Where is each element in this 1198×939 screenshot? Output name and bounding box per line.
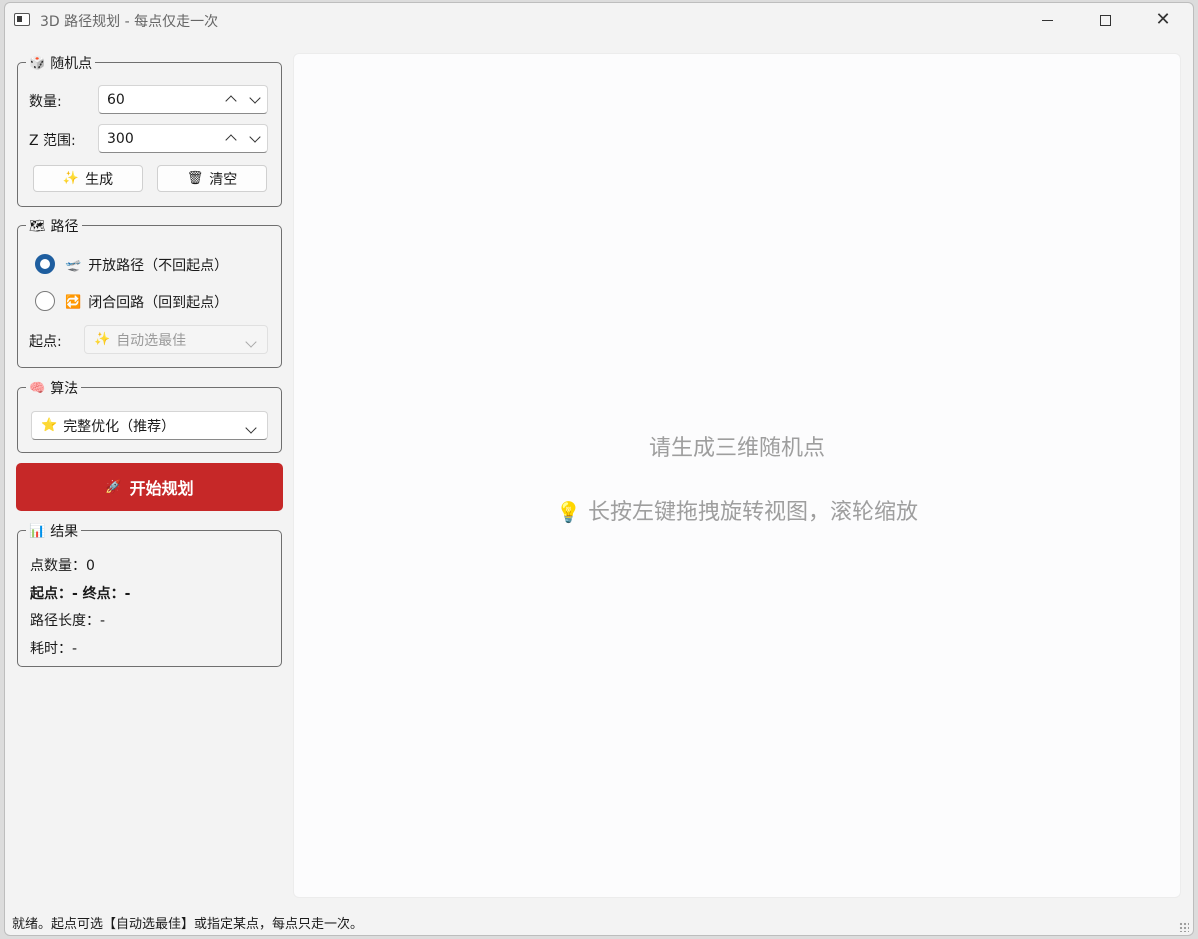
- closed-loop-radio[interactable]: [35, 291, 55, 311]
- lightbulb-icon: 💡: [556, 500, 581, 524]
- close-icon: ✕: [1155, 9, 1171, 30]
- chevron-down-icon: [245, 334, 257, 350]
- algorithm-title: 🧠 算法: [26, 378, 82, 398]
- map-icon: 🗺: [29, 218, 46, 234]
- start-planning-label: 开始规划: [129, 479, 194, 498]
- generate-button[interactable]: ✨ 生成: [33, 165, 143, 192]
- count-increment-button[interactable]: [225, 91, 237, 108]
- canvas-hint-text: 长按左键拖拽旋转视图，滚轮缩放: [587, 500, 918, 525]
- start-point-value: 自动选最佳: [116, 332, 187, 349]
- chevron-up-icon: [225, 95, 237, 107]
- title-bar[interactable]: 3D 路径规划 - 每点仅走一次 ✕: [5, 3, 1193, 37]
- results-group: 📊 结果 点数量：0 起点：- 终点：- 路径长度：- 耗时：-: [17, 521, 282, 667]
- z-range-value: 300: [107, 130, 134, 147]
- path-title-text: 路径: [50, 219, 79, 235]
- count-spinbox[interactable]: 60: [98, 85, 268, 114]
- minimize-icon: [1041, 19, 1053, 21]
- trash-icon: 🗑: [186, 171, 204, 186]
- clear-label: 清空: [209, 171, 238, 188]
- algorithm-title-text: 算法: [50, 381, 79, 397]
- results-title: 📊 结果: [26, 521, 82, 541]
- airplane-icon: 🛫: [65, 257, 82, 273]
- random-points-title-text: 随机点: [50, 56, 93, 72]
- z-range-increment-button[interactable]: [225, 130, 237, 147]
- results-title-text: 结果: [50, 524, 79, 540]
- rocket-icon: 🚀: [105, 479, 122, 495]
- canvas-placeholder: 请生成三维随机点: [648, 436, 825, 461]
- minimize-button[interactable]: [1018, 3, 1076, 37]
- chevron-up-icon: [225, 134, 237, 146]
- close-button[interactable]: ✕: [1134, 3, 1192, 37]
- start-point-label: 起点:: [29, 334, 62, 350]
- count-label: 数量:: [29, 94, 62, 110]
- status-bar-text: 就绪。起点可选【自动选最佳】或指定某点，每点只走一次。: [12, 917, 364, 932]
- random-points-group: 🎲 随机点 数量: 60 Z 范围: 300 ✨ 生成 🗑 清空: [17, 53, 282, 207]
- star-icon: ⭐: [41, 418, 58, 433]
- z-range-label: Z 范围:: [29, 133, 76, 149]
- closed-loop-option[interactable]: 🔁 闭合回路（回到起点）: [65, 292, 228, 312]
- path-length-text: 路径长度：-: [30, 613, 106, 629]
- generate-label: 生成: [85, 171, 114, 188]
- start-point-select[interactable]: ✨ 自动选最佳: [84, 325, 268, 354]
- open-path-label: 开放路径（不回起点）: [88, 258, 229, 274]
- chevron-down-icon: [245, 420, 257, 436]
- dice-icon: 🎲: [29, 55, 46, 71]
- maximize-button[interactable]: [1076, 3, 1134, 37]
- count-value: 60: [107, 91, 125, 108]
- app-icon: [14, 13, 30, 26]
- open-path-option[interactable]: 🛫 开放路径（不回起点）: [65, 255, 228, 275]
- start-end-text: 起点：- 终点：-: [30, 586, 131, 602]
- sparkles-icon: ✨: [62, 171, 80, 186]
- clear-button[interactable]: 🗑 清空: [157, 165, 267, 192]
- random-points-title: 🎲 随机点: [26, 53, 96, 73]
- app-window: 3D 路径规划 - 每点仅走一次 ✕ 🎲 随机点 数量: 60 Z 范围: 30…: [4, 2, 1194, 936]
- algorithm-group: 🧠 算法 ⭐ 完整优化（推荐）: [17, 378, 282, 453]
- resize-grip-icon[interactable]: [1179, 922, 1189, 932]
- z-range-spinbox[interactable]: 300: [98, 124, 268, 153]
- algorithm-select[interactable]: ⭐ 完整优化（推荐）: [31, 411, 268, 440]
- elapsed-text: 耗时：-: [30, 641, 78, 657]
- count-decrement-button[interactable]: [249, 91, 261, 105]
- chevron-down-icon: [249, 131, 261, 143]
- maximize-icon: [1099, 14, 1111, 26]
- 3d-view-canvas[interactable]: 请生成三维随机点 💡 长按左键拖拽旋转视图，滚轮缩放: [293, 53, 1181, 898]
- brain-icon: 🧠: [29, 380, 46, 396]
- open-path-radio[interactable]: [35, 254, 55, 274]
- path-group: 🗺 路径 🛫 开放路径（不回起点） 🔁 闭合回路（回到起点） 起点: ✨ 自动选…: [17, 216, 282, 368]
- algorithm-value: 完整优化（推荐）: [63, 418, 176, 435]
- sparkles-icon: ✨: [94, 332, 111, 347]
- bar-chart-icon: 📊: [29, 523, 46, 539]
- chevron-down-icon: [249, 92, 261, 104]
- repeat-icon: 🔁: [65, 294, 82, 310]
- z-range-decrement-button[interactable]: [249, 130, 261, 144]
- start-planning-button[interactable]: 🚀 开始规划: [16, 463, 283, 511]
- point-count-text: 点数量：0: [30, 558, 95, 574]
- closed-loop-label: 闭合回路（回到起点）: [88, 295, 229, 311]
- canvas-hint: 💡 长按左键拖拽旋转视图，滚轮缩放: [294, 494, 1180, 526]
- window-title: 3D 路径规划 - 每点仅走一次: [40, 14, 219, 30]
- path-title: 🗺 路径: [26, 216, 82, 236]
